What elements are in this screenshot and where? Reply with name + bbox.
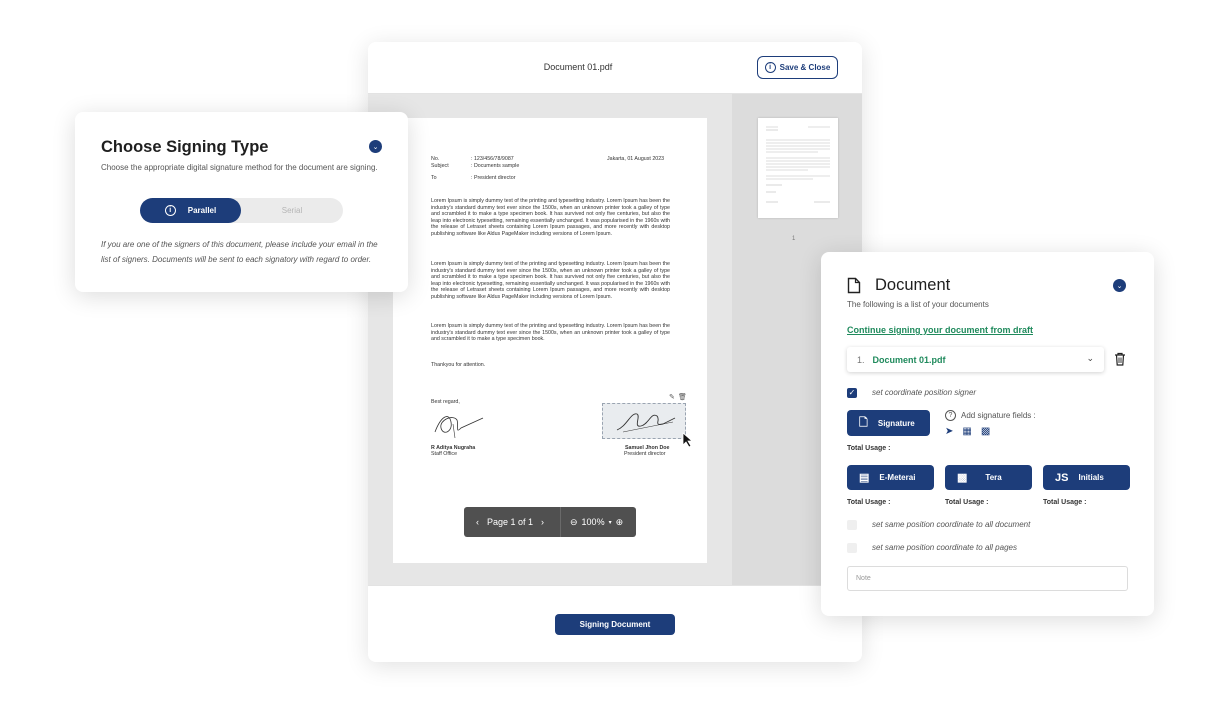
zoom-in-icon[interactable]: ⊕ — [616, 517, 624, 528]
handwritten-signature-2 — [616, 413, 676, 433]
help-icon: ? — [945, 410, 956, 421]
initials-label: Initials — [1078, 473, 1104, 482]
document-viewer: Document 01.pdf i Save & Close No. : 123/… — [368, 42, 862, 662]
note-input[interactable]: Note — [847, 566, 1128, 591]
document-panel-subtitle: The following is a list of your document… — [847, 300, 989, 309]
set-coordinate-label: set coordinate position signer — [872, 388, 977, 397]
save-close-button[interactable]: i Save & Close — [757, 56, 838, 79]
parallel-label: Parallel — [187, 206, 217, 215]
meta-row: To : President director — [431, 175, 519, 182]
set-coordinate-checkbox[interactable]: ✓ — [847, 388, 857, 398]
emeterai-total-usage: Total Usage : — [847, 499, 891, 506]
letter-regards: Best regard, — [431, 399, 460, 405]
same-all-pages-checkbox[interactable] — [847, 543, 857, 553]
collapse-chevron-icon[interactable]: ⌄ — [1113, 279, 1126, 292]
emeterai-button[interactable]: ▤ E-Meterai — [847, 465, 934, 490]
signer2-role: President director — [624, 451, 666, 457]
calendar-icon[interactable]: ▦ — [962, 426, 971, 437]
document-icon — [847, 277, 861, 294]
initials-button[interactable]: JS Initials — [1043, 465, 1130, 490]
meta-key: To — [431, 175, 437, 182]
meta-value: : President director — [471, 175, 516, 182]
meta-value: : 123/456/78/9087 — [471, 156, 514, 162]
meta-value: : Documents sample — [471, 162, 520, 169]
delete-icon[interactable]: 🗑 — [678, 393, 687, 401]
same-all-docs-label: set same position coordinate to all docu… — [872, 520, 1031, 529]
meta-key: No. — [431, 156, 440, 162]
letter-closing: Thankyou for attention. — [431, 362, 486, 368]
viewer-footer: Signing Document — [368, 585, 862, 662]
zoom-dropdown-icon[interactable]: ▾ — [609, 519, 612, 526]
signing-type-toggle: i Parallel Serial — [140, 198, 343, 223]
trash-icon[interactable] — [1114, 352, 1126, 366]
document-select[interactable]: 1. Document 01.pdf ⌄ — [847, 347, 1104, 372]
emeterai-icon: ▤ — [859, 472, 870, 484]
same-all-pages-label: set same position coordinate to all page… — [872, 543, 1017, 552]
page-navigator: ‹ Page 1 of 1 › ⊖ 100% ▾ ⊕ — [464, 507, 636, 537]
qr-code-icon: ▩ — [957, 472, 968, 484]
meta-row: No. : 123/456/78/9087 — [431, 156, 519, 163]
letter-meta: No. : 123/456/78/9087 Subject : Documents … — [431, 156, 519, 182]
file-title: Document 01.pdf — [543, 62, 613, 72]
add-fields-label: Add signature fields : — [961, 411, 1036, 420]
zoom-out-icon[interactable]: ⊖ — [570, 517, 578, 528]
qr-code-icon[interactable]: ▩ — [981, 426, 990, 437]
signing-type-description: Choose the appropriate digital signature… — [101, 163, 378, 172]
signature-label: Signature — [877, 418, 915, 428]
letter-paragraph: Lorem Ipsum is simply dummy text of the … — [431, 323, 670, 343]
prev-page-icon[interactable]: ‹ — [476, 517, 479, 527]
signature-placeholder[interactable] — [602, 403, 686, 439]
save-close-label: Save & Close — [779, 63, 831, 72]
next-page-icon[interactable]: › — [541, 517, 544, 527]
signature-field-icons: ➤ ▦ ▩ — [945, 426, 990, 437]
signature-total-usage: Total Usage : — [847, 445, 891, 452]
initials-prefix: JS — [1055, 471, 1069, 484]
meta-row: Subject : Documents sample — [431, 163, 519, 170]
doc-name: Document 01.pdf — [872, 354, 946, 365]
parallel-option[interactable]: i Parallel — [140, 198, 241, 223]
signing-type-card: Choose Signing Type ⌄ Choose the appropr… — [75, 112, 408, 292]
letter-date: Jakarta, 01 August 2023 — [607, 156, 665, 162]
emeterai-label: E-Meterai — [879, 473, 916, 482]
tera-total-usage: Total Usage : — [945, 499, 989, 506]
page-indicator: Page 1 of 1 — [487, 517, 534, 527]
document-page[interactable]: No. : 123/456/78/9087 Subject : Documents … — [393, 118, 707, 563]
doc-index: 1. — [857, 354, 865, 365]
signature-button[interactable]: 🗋 Signature — [847, 410, 930, 436]
thumbnail-preview — [766, 126, 830, 203]
tera-label: Tera — [985, 473, 1002, 482]
same-all-docs-checkbox[interactable] — [847, 520, 857, 530]
collapse-chevron-icon[interactable]: ⌄ — [369, 140, 382, 153]
info-icon: i — [764, 62, 776, 73]
tera-button[interactable]: ▩ Tera — [945, 465, 1032, 490]
serial-option[interactable]: Serial — [241, 198, 343, 223]
zoom-level[interactable]: 100% — [582, 517, 605, 527]
signing-type-note: If you are one of the signers of this do… — [101, 240, 378, 264]
thumbnail-page-number: 1 — [792, 236, 796, 242]
signer1-role: Staff Office — [431, 451, 458, 457]
letter-paragraph: Lorem Ipsum is simply dummy text of the … — [431, 261, 670, 300]
initials-total-usage: Total Usage : — [1043, 499, 1087, 506]
letter-paragraph: Lorem Ipsum is simply dummy text of the … — [431, 198, 670, 237]
signing-type-title: Choose Signing Type — [101, 138, 269, 156]
document-panel: Document ⌄ The following is a list of yo… — [821, 252, 1154, 616]
edit-icon[interactable]: ✎ — [669, 393, 675, 401]
page-thumbnail[interactable] — [758, 118, 838, 218]
signature-doc-icon: 🗋 — [859, 416, 868, 429]
draft-link[interactable]: Continue signing your document from draf… — [847, 325, 1033, 335]
viewer-header: Document 01.pdf i Save & Close — [368, 42, 862, 94]
meta-key: Subject — [431, 162, 449, 169]
handwritten-signature-1 — [434, 416, 484, 439]
cursor-icon — [682, 432, 694, 448]
document-stage: No. : 123/456/78/9087 Subject : Documents … — [368, 94, 862, 585]
info-icon: i — [164, 205, 176, 216]
stamp-icon[interactable]: ➤ — [945, 426, 953, 437]
document-panel-title: Document — [875, 276, 951, 294]
add-fields-row: ? Add signature fields : — [945, 410, 1036, 421]
chevron-down-icon: ⌄ — [1086, 353, 1094, 363]
signing-document-button[interactable]: Signing Document — [555, 614, 675, 635]
